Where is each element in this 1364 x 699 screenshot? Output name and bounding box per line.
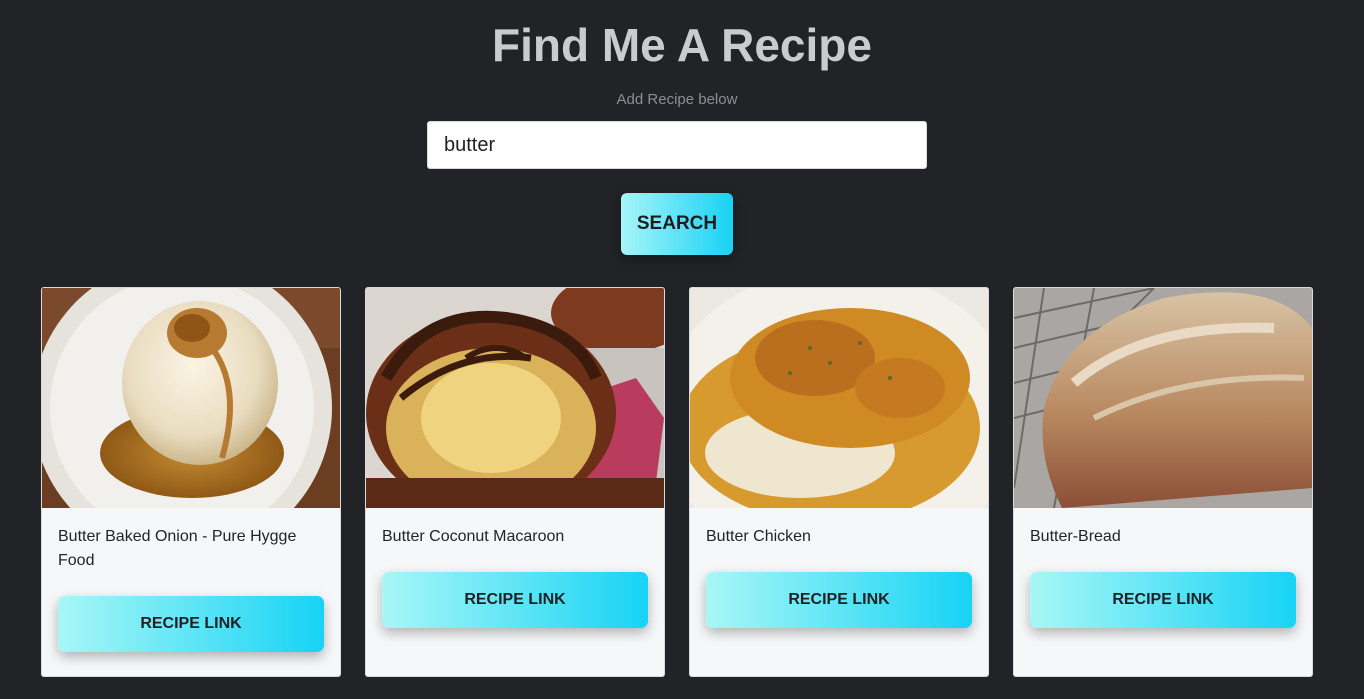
baked-onion-photo bbox=[42, 288, 340, 508]
recipe-title: Butter Chicken bbox=[706, 528, 811, 545]
coconut-macaroon-photo bbox=[366, 288, 664, 508]
recipe-link-button[interactable]: RECIPE LINK bbox=[1030, 572, 1296, 628]
page-title: Find Me A Recipe bbox=[492, 19, 872, 71]
butter-chicken-photo bbox=[690, 288, 988, 508]
recipe-title: Butter Coconut Macaroon bbox=[382, 528, 565, 545]
recipe-title: Butter-Bread bbox=[1030, 528, 1121, 545]
recipe-card: Butter Chicken RECIPE LINK bbox=[689, 287, 989, 677]
recipe-link-button[interactable]: RECIPE LINK bbox=[58, 596, 324, 652]
search-button[interactable]: SEARCH bbox=[621, 193, 733, 255]
recipe-search-page: Find Me A Recipe Add Recipe below SEARCH bbox=[0, 0, 1364, 699]
search-input[interactable] bbox=[427, 121, 927, 169]
recipe-card: Butter Baked Onion - Pure Hygge Food REC… bbox=[41, 287, 341, 677]
recipe-card: Butter-Bread RECIPE LINK bbox=[1013, 287, 1313, 677]
recipe-link-button[interactable]: RECIPE LINK bbox=[382, 572, 648, 628]
recipe-card: Butter Coconut Macaroon RECIPE LINK bbox=[365, 287, 665, 677]
search-hint: Add Recipe below bbox=[616, 91, 738, 108]
recipe-link-button[interactable]: RECIPE LINK bbox=[706, 572, 972, 628]
bread-loaf-photo bbox=[1014, 288, 1312, 508]
recipe-title: Butter Baked Onion - Pure Hygge Food bbox=[58, 528, 297, 569]
